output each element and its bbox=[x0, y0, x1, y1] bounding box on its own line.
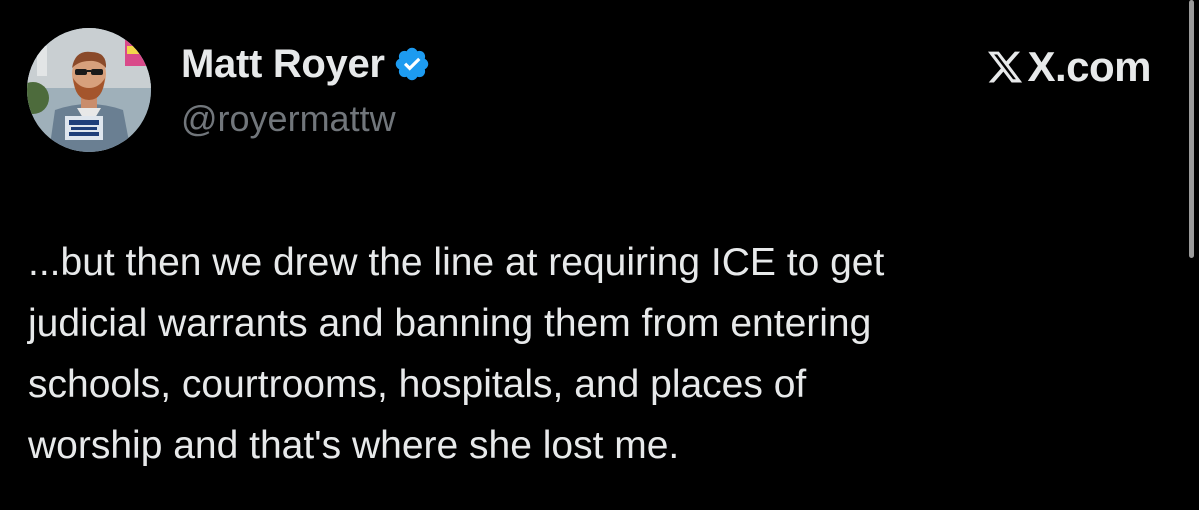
brand: X.com bbox=[986, 42, 1151, 92]
scrollbar[interactable] bbox=[1185, 0, 1199, 510]
tweet-card: Matt Royer @royermattw X.com ...but then… bbox=[0, 0, 1199, 510]
x-logo-icon bbox=[986, 48, 1024, 86]
profile-photo-icon bbox=[27, 28, 151, 152]
brand-label: X.com bbox=[1027, 43, 1151, 90]
handle[interactable]: @royermattw bbox=[181, 98, 431, 140]
scrollbar-thumb[interactable] bbox=[1189, 0, 1194, 258]
verified-badge-icon bbox=[393, 45, 431, 83]
name-row: Matt Royer bbox=[181, 40, 431, 88]
tweet-text: ...but then we drew the line at requirin… bbox=[28, 241, 885, 467]
avatar[interactable] bbox=[27, 28, 151, 152]
author-info: Matt Royer @royermattw bbox=[181, 40, 431, 140]
display-name[interactable]: Matt Royer bbox=[181, 42, 385, 87]
